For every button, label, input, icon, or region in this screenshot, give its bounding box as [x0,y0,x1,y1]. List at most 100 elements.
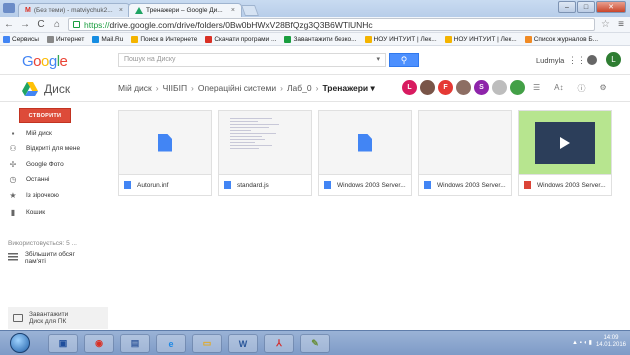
reload-button[interactable]: C [36,18,46,32]
file-card[interactable]: Autorun.inf [118,110,212,196]
sidebar-item[interactable]: ▮ Кошик [8,208,108,217]
bookmark-label: Поиск в Интернете [140,35,198,43]
shared-user-avatar[interactable]: F [438,80,453,95]
info-icon[interactable]: ⓘ [578,83,586,94]
shared-user-avatar[interactable] [510,80,525,95]
taskbar-app[interactable]: ▤ [120,334,150,353]
breadcrumb-item[interactable]: Мій диск [118,83,152,94]
breadcrumb-item[interactable]: Операційні системи [198,83,276,94]
sidebar: СТВОРИТИ ▪ Мій диск ⚇ Відкриті для мене ✢ Goo… [0,102,110,330]
file-card[interactable]: Windows 2003 Server... [518,110,612,196]
file-card[interactable]: Windows 2003 Server... [318,110,412,196]
tray-icons[interactable]: ▲ ▪ ◖ ▮ [572,339,592,346]
clock-icon: ◷ [9,174,17,184]
user-name[interactable]: Ludmyla [536,56,564,65]
lock-icon [73,21,80,28]
url-field[interactable]: https://drive.google.com/drive/folders/0… [68,18,596,31]
bookmark-label: Mail.Ru [101,35,124,43]
sort-icon[interactable]: A↕ [554,83,563,94]
bookmark-icon [444,35,452,43]
notifications-icon[interactable] [587,55,597,65]
window-menu-icon[interactable] [3,3,15,13]
bookmark-star-icon[interactable]: ☆ [601,19,610,30]
maximize-button[interactable]: □ [577,1,595,13]
menu-icon[interactable]: ≡ [616,18,626,32]
taskbar-paint[interactable]: ✎ [300,334,330,353]
file-caption: standard.js [224,181,269,189]
pinwheel-icon: ✢ [9,159,17,169]
sidebar-item[interactable]: ✢ Google Фото [8,159,108,169]
search-options-icon[interactable]: ▾ [376,55,380,63]
file-type-icon [124,181,131,189]
drive-header: Google Пошук на Диску ▾ ⚲ Ludmyla ⋮⋮⋮ L [0,47,630,75]
bookmark-item[interactable]: Mail.Ru [92,35,124,43]
taskbar-ie[interactable]: e [156,334,186,353]
bookmark-item[interactable]: Сервисы [3,35,39,43]
bookmark-item[interactable]: Список журналов Б... [524,35,598,43]
search-placeholder: Пошук на Диску [124,56,176,63]
list-view-icon[interactable]: ☰ [533,83,540,94]
play-icon[interactable] [560,136,570,149]
bookmark-item[interactable]: НОУ ИНТУИТ | Лек... [364,35,437,43]
file-card[interactable]: Windows 2003 Server... [418,110,512,196]
back-button[interactable]: ← [4,18,14,32]
file-type-icon [424,181,431,189]
drive-logo[interactable]: Диск [22,82,70,96]
close-tab-icon[interactable]: × [119,7,123,14]
search-input[interactable]: Пошук на Диску ▾ [118,53,386,67]
google-logo[interactable]: Google [22,53,68,70]
minimize-button[interactable]: – [558,1,576,13]
close-tab-icon[interactable]: × [231,7,235,14]
shared-user-avatar[interactable] [420,80,435,95]
tab-gmail[interactable]: M (Без теми) - matviychuk2... × [18,3,130,17]
file-thumbnail [519,111,611,175]
tab-drive[interactable]: Тренажери – Google Ди... × [128,3,242,17]
bookmark-label: Скачати програми ... [214,35,277,43]
shared-user-avatar[interactable]: S [474,80,489,95]
clock[interactable]: 14:09 14.01.2016 [596,335,626,349]
download-drive-button[interactable]: Завантажити Диск для ПК [8,307,108,329]
bookmark-item[interactable]: Поиск в Интернете [131,35,198,43]
tab-label: (Без теми) - matviychuk2... [33,7,113,14]
file-type-icon [324,181,331,189]
people-icon: ⚇ [9,143,17,153]
taskbar-pdf[interactable]: ⅄ [264,334,294,353]
shared-user-avatar[interactable]: L [402,80,417,95]
file-name: Autorun.inf [137,181,169,189]
home-button[interactable]: ⌂ [52,18,62,32]
bookmark-item[interactable]: Скачати програми ... [205,35,277,43]
window-controls: – □ ✕ [558,1,626,13]
bookmark-item[interactable]: Интернет [46,35,84,43]
taskbar-save-app[interactable]: ▣ [48,334,78,353]
breadcrumb-item[interactable]: ЧІІБІП [163,83,187,94]
upgrade-storage-link[interactable]: Збільшити обсяг пам'яті [8,251,75,265]
start-button[interactable] [10,333,30,353]
sidebar-item[interactable]: ▪ Мій диск [8,129,108,138]
breadcrumb-item[interactable]: Лаб_0 [287,83,312,94]
forward-button[interactable]: → [20,18,30,32]
settings-icon[interactable]: ⚙ [600,83,607,94]
avatar[interactable]: L [606,52,621,67]
taskbar-explorer[interactable]: ▭ [192,334,222,353]
file-thumbnail [419,111,511,175]
taskbar-word[interactable]: W [228,334,258,353]
new-button[interactable]: СТВОРИТИ [19,108,71,123]
sidebar-item-label: Відкриті для мене [26,144,81,152]
bookmark-icon [3,35,10,43]
bookmark-icon [364,35,372,43]
shared-user-avatar[interactable] [492,80,507,95]
shared-user-avatar[interactable] [456,80,471,95]
bookmark-item[interactable]: Завантажити безко... [284,35,357,43]
file-card[interactable]: standard.js [218,110,312,196]
breadcrumb-current[interactable]: Тренажери ▾ [322,83,374,94]
close-window-button[interactable]: ✕ [596,1,626,13]
sidebar-item[interactable]: ◷ Останні [8,174,108,184]
sidebar-item[interactable]: ★ Із зірочкою [8,191,108,200]
sidebar-item[interactable]: ⚇ Відкриті для мене [8,143,108,153]
view-tools: ☰ A↕ ⓘ ⚙ [533,83,607,94]
search-button[interactable]: ⚲ [389,53,419,67]
taskbar-chrome[interactable]: ◉ [84,334,114,353]
sidebar-item-label: Кошик [26,208,46,216]
new-tab-button[interactable] [240,5,260,16]
bookmark-item[interactable]: НОУ ИНТУИТ | Лек... [444,35,517,43]
